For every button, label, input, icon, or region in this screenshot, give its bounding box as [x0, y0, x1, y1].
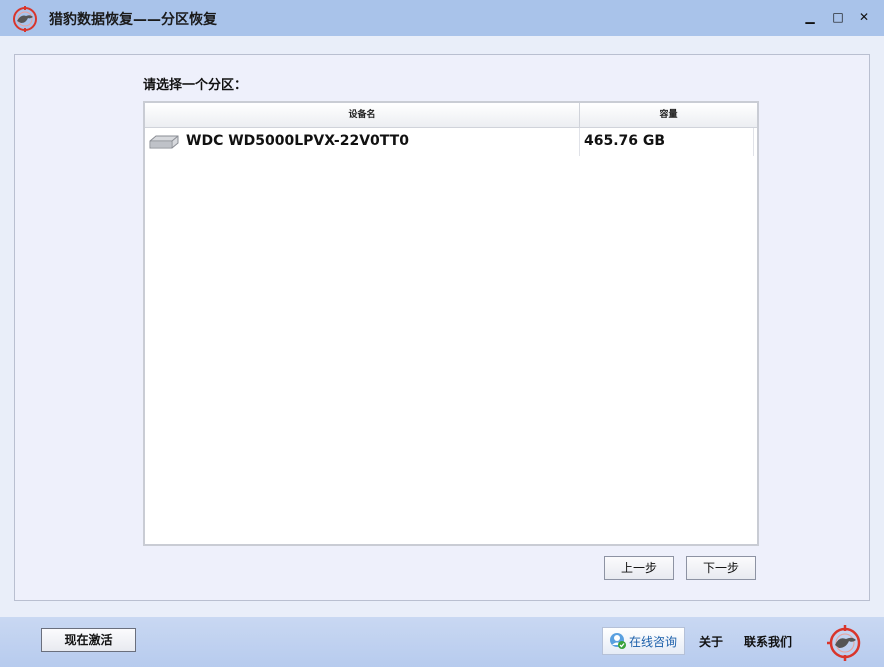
- next-step-button[interactable]: 下一步: [686, 556, 756, 580]
- online-consult-label: 在线咨询: [629, 635, 678, 649]
- previous-step-button[interactable]: 上一步: [604, 556, 674, 580]
- minimize-icon[interactable]: ▁: [801, 8, 819, 26]
- window-title: 猎豹数据恢复——分区恢复: [49, 12, 217, 28]
- column-header-device-name[interactable]: 设备名: [145, 103, 580, 127]
- capacity-cell: 465.76 GB: [580, 128, 754, 156]
- main-panel: 请选择一个分区： 设备名 容量 WDC WD5000LPVX-22V0TT0 4…: [14, 54, 870, 601]
- chat-support-icon: [610, 633, 626, 649]
- cheetah-logo-icon: [827, 625, 861, 661]
- title-bar: 猎豹数据恢复——分区恢复 ▁ □ ✕: [0, 0, 884, 36]
- activate-now-button[interactable]: 现在激活: [41, 628, 136, 652]
- table-row[interactable]: WDC WD5000LPVX-22V0TT0 465.76 GB: [145, 128, 754, 156]
- select-partition-prompt: 请选择一个分区：: [143, 78, 248, 93]
- close-icon[interactable]: ✕: [855, 8, 873, 26]
- partition-table[interactable]: 设备名 容量 WDC WD5000LPVX-22V0TT0 465.76 GB: [143, 101, 759, 546]
- hard-drive-icon: [149, 135, 179, 149]
- about-link[interactable]: 关于: [699, 633, 723, 650]
- online-consult-button[interactable]: 在线咨询: [602, 627, 685, 655]
- device-capacity: 465.76 GB: [584, 133, 666, 149]
- maximize-icon[interactable]: □: [829, 8, 847, 26]
- footer-bar: 现在激活 在线咨询 关于 联系我们: [0, 617, 884, 667]
- column-header-capacity[interactable]: 容量: [580, 103, 757, 127]
- table-header: 设备名 容量: [145, 103, 757, 128]
- device-name-cell: WDC WD5000LPVX-22V0TT0: [145, 128, 580, 156]
- device-name: WDC WD5000LPVX-22V0TT0: [186, 133, 409, 149]
- contact-us-link[interactable]: 联系我们: [744, 633, 792, 650]
- cheetah-logo-icon: [13, 6, 37, 32]
